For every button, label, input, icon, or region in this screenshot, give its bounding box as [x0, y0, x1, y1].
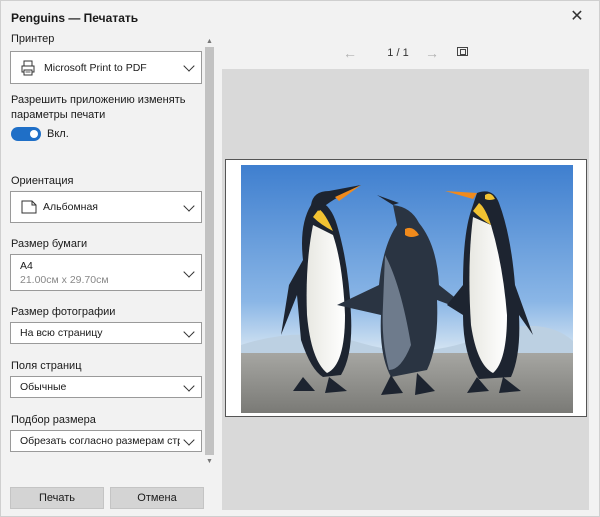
settings-panel: Принтер Microsoft Print to PDF Разрешить… — [1, 29, 213, 475]
orientation-value: Альбомная — [43, 201, 98, 213]
print-button[interactable]: Печать — [10, 487, 104, 509]
orientation-label: Ориентация — [11, 175, 74, 187]
orientation-select[interactable]: Альбомная — [10, 191, 202, 223]
app-changes-toggle[interactable] — [11, 127, 41, 141]
photo-size-value: На всю страницу — [20, 327, 103, 339]
arrow-right-icon[interactable]: → — [425, 45, 439, 61]
cancel-button[interactable]: Отмена — [110, 487, 204, 509]
margins-label: Поля страниц — [11, 360, 82, 372]
chevron-down-icon — [183, 434, 195, 446]
chevron-down-icon — [183, 266, 195, 278]
chevron-down-icon — [183, 326, 195, 338]
preview-page — [225, 159, 587, 417]
chevron-down-icon — [183, 200, 195, 212]
toggle-knob — [30, 130, 38, 138]
scroll-down-arrow[interactable]: ▼ — [205, 458, 214, 466]
chevron-down-icon — [183, 380, 195, 392]
penguins-photo — [241, 165, 573, 413]
photo-size-label: Размер фотографии — [11, 306, 116, 318]
printer-label: Принтер — [11, 33, 55, 45]
arrow-left-icon[interactable]: ← — [343, 45, 357, 61]
fit-select[interactable]: Обрезать согласно размерам стран — [10, 430, 202, 452]
fit-page-icon[interactable] — [457, 47, 468, 56]
print-dialog: Penguins — Печатать ✕ Принтер Microsoft … — [0, 0, 600, 517]
paper-size-dims: 21.00см x 29.70см — [20, 274, 109, 286]
paper-size-select[interactable]: A4 21.00см x 29.70см — [10, 254, 202, 291]
printer-icon — [21, 60, 35, 76]
app-changes-label: Разрешить приложению изменять параметры … — [11, 94, 186, 121]
chevron-down-icon — [183, 60, 195, 72]
preview-navigation: ← 1 / 1 → — [341, 45, 481, 61]
scrollbar-thumb[interactable] — [205, 47, 214, 455]
margins-select[interactable]: Обычные — [10, 376, 202, 398]
printer-value: Microsoft Print to PDF — [44, 62, 147, 74]
margins-value: Обычные — [20, 381, 67, 393]
printer-select[interactable]: Microsoft Print to PDF — [10, 51, 202, 84]
paper-size-value: A4 — [20, 260, 33, 272]
photo-size-select[interactable]: На всю страницу — [10, 322, 202, 344]
dialog-title: Penguins — Печатать — [11, 11, 139, 25]
toggle-state: Вкл. — [47, 128, 69, 140]
page-counter: 1 / 1 — [387, 47, 409, 59]
landscape-page-icon — [21, 200, 37, 214]
close-icon[interactable]: ✕ — [567, 6, 587, 26]
paper-size-label: Размер бумаги — [11, 238, 88, 250]
fit-value: Обрезать согласно размерам стран — [20, 435, 180, 447]
fit-label: Подбор размера — [11, 414, 96, 426]
scroll-up-arrow[interactable]: ▲ — [205, 38, 214, 46]
